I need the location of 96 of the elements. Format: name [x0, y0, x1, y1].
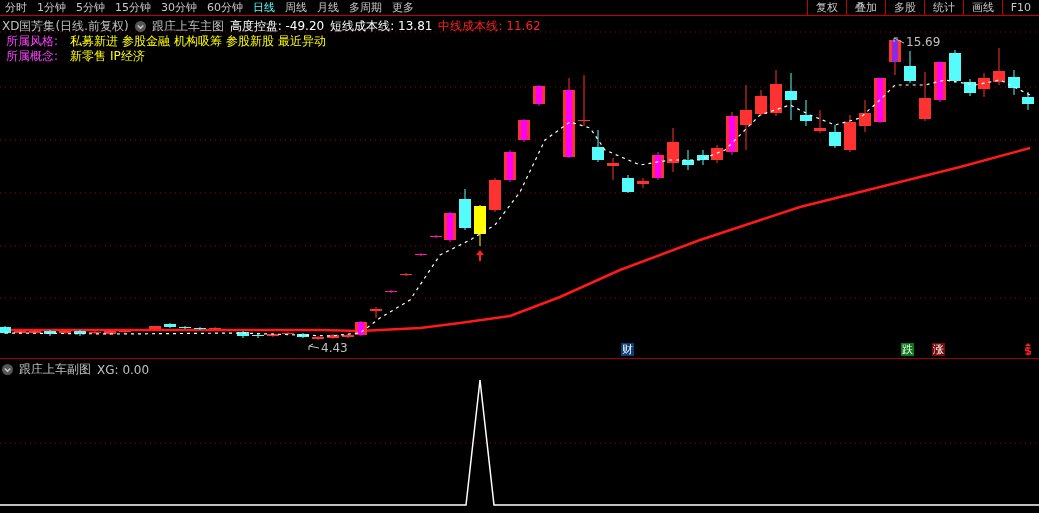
- candlestick: [327, 333, 339, 340]
- candlestick: [74, 329, 86, 337]
- period-tab[interactable]: 多周期: [344, 0, 387, 15]
- candlestick: [622, 174, 634, 194]
- candlestick: [267, 332, 279, 338]
- candlestick: [533, 84, 545, 107]
- period-tab[interactable]: 15分钟: [110, 0, 156, 15]
- candlestick: [785, 72, 797, 121]
- candlestick: [474, 204, 486, 247]
- candlestick: [889, 39, 901, 76]
- indicator-reading: XG: 0.00: [97, 362, 150, 377]
- candlestick: [282, 331, 294, 336]
- dollar-icon[interactable]: [1024, 343, 1032, 356]
- candlestick: [1008, 69, 1020, 96]
- dropdown-icon[interactable]: [2, 364, 13, 375]
- candlestick: [370, 306, 382, 319]
- indicator-reading: 高度控盘: -49.20: [229, 18, 325, 34]
- candlestick: [592, 129, 604, 163]
- low-price-label: 4.43: [321, 341, 348, 355]
- candlestick: [844, 114, 856, 153]
- candlestick: [430, 234, 442, 239]
- candlestick: [667, 127, 679, 173]
- event-marker[interactable]: 涨: [932, 343, 945, 356]
- candlestick: [978, 72, 990, 98]
- candlestick: [697, 149, 709, 166]
- stock-title: XD国芳集(日线.前复权): [2, 18, 129, 34]
- candlestick: [770, 69, 782, 117]
- candlestick: [682, 149, 694, 171]
- indicator-name: 跟庄上车副图: [19, 361, 91, 378]
- period-tab[interactable]: 30分钟: [156, 0, 202, 15]
- candlestick: [89, 330, 101, 335]
- style-tag: 参股金融: [122, 34, 171, 49]
- candlestick: [312, 335, 324, 341]
- candlestick: [578, 74, 590, 127]
- high-price-label: 15.69: [906, 35, 941, 49]
- candlestick: [949, 49, 961, 84]
- concept-tag: 新零售: [70, 49, 107, 64]
- candlestick: [44, 329, 56, 337]
- candlestick: [652, 151, 664, 181]
- candlestick: [29, 329, 41, 335]
- candlestick: [179, 325, 191, 330]
- candlestick: [1022, 91, 1034, 111]
- candlestick: [637, 177, 649, 189]
- candlestick: [829, 124, 841, 149]
- event-marker[interactable]: 跌: [901, 343, 914, 356]
- candlestick: [919, 71, 931, 122]
- style-label: 所属风格:: [6, 34, 59, 49]
- period-tab[interactable]: 5分钟: [71, 0, 110, 15]
- period-tab[interactable]: 月线: [312, 0, 344, 15]
- style-tag: 参股新股: [226, 34, 275, 49]
- candlestick: [859, 99, 871, 133]
- candlestick: [755, 89, 767, 117]
- style-tag: 最近异动: [278, 34, 327, 49]
- candlestick: [459, 188, 471, 231]
- indicator-reading: 短线成本线: 13.81: [330, 18, 433, 34]
- candlestick: [59, 329, 71, 335]
- candlestick: [740, 84, 752, 151]
- style-tag: 私募新进: [70, 34, 119, 49]
- arrow-icon: [308, 343, 320, 353]
- dropdown-icon[interactable]: [134, 20, 146, 32]
- period-tab[interactable]: 60分钟: [202, 0, 248, 15]
- candlestick: [237, 330, 249, 339]
- indicator-reading: 中线成本线: 11.62: [438, 18, 541, 34]
- candlestick: [0, 325, 11, 335]
- candlestick: [444, 211, 456, 243]
- candlestick: [607, 157, 619, 181]
- event-marker[interactable]: 财: [621, 343, 634, 356]
- candlestick: [800, 99, 812, 127]
- candlestick: [874, 77, 886, 124]
- candlestick: [934, 61, 946, 103]
- candlestick: [814, 109, 826, 134]
- period-tab[interactable]: 日线: [248, 0, 280, 15]
- period-tab[interactable]: 分时: [0, 0, 32, 15]
- candlestick: [164, 322, 176, 329]
- period-tab[interactable]: 1分钟: [32, 0, 71, 15]
- concept-tag: IP经济: [110, 49, 145, 64]
- candlestick: [711, 144, 723, 164]
- up-arrow-icon: [476, 250, 484, 261]
- candlestick: [993, 47, 1005, 86]
- candlestick: [518, 118, 530, 143]
- period-tab[interactable]: 周线: [280, 0, 312, 15]
- period-tab[interactable]: 更多: [387, 0, 419, 15]
- candlestick: [904, 50, 916, 84]
- candlestick: [119, 329, 131, 334]
- candlestick: [252, 333, 264, 339]
- candlestick: [504, 149, 516, 183]
- candlestick: [297, 332, 309, 339]
- indicator-name: 跟庄上车主图: [151, 18, 224, 34]
- candlestick: [14, 329, 26, 335]
- candlestick: [964, 78, 976, 97]
- candlestick: [149, 325, 161, 331]
- concept-label: 所属概念:: [6, 49, 59, 64]
- candlestick: [489, 177, 501, 213]
- candlestick: [726, 111, 738, 156]
- candlestick: [104, 329, 116, 336]
- style-tag: 机构吸筹: [174, 34, 223, 49]
